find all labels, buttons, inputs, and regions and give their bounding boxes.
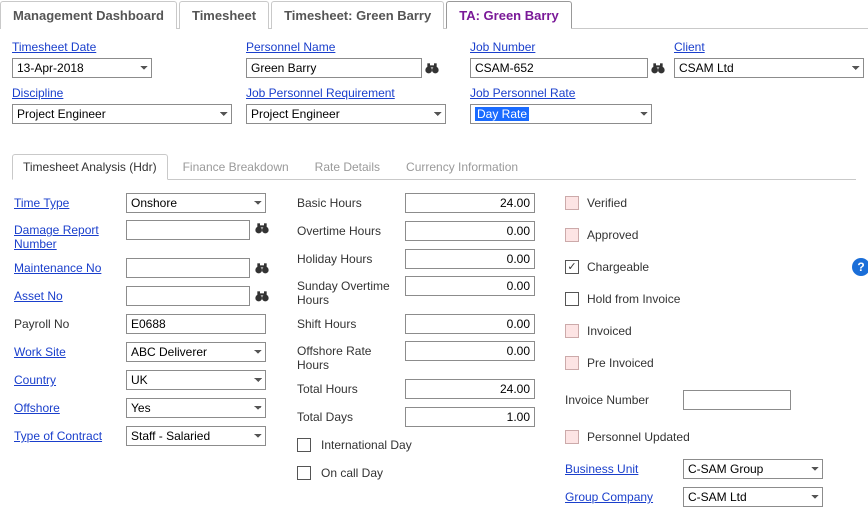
invoice-number-label: Invoice Number [565,393,675,407]
shift-hours-label: Shift Hours [297,317,401,331]
chargeable-checkbox[interactable] [565,260,579,274]
offshore-rate-hours-label: Offshore Rate Hours [297,341,401,372]
total-hours-label: Total Hours [297,382,401,396]
asset-no-label[interactable]: Asset No [14,289,122,303]
verified-checkbox[interactable] [565,196,579,210]
verified-label: Verified [585,196,627,210]
total-days-output [405,407,535,427]
approved-label: Approved [585,228,638,242]
personnel-name-label[interactable]: Personnel Name [246,40,335,54]
holiday-hours-input[interactable] [405,249,535,269]
binoculars-icon[interactable] [424,60,440,76]
chargeable-label: Chargeable [585,260,649,274]
invoiced-label: Invoiced [585,324,632,338]
tab-timesheet[interactable]: Timesheet [179,1,269,29]
maintenance-no-label[interactable]: Maintenance No [14,261,122,275]
personnel-name-input[interactable] [246,58,422,78]
invoiced-checkbox[interactable] [565,324,579,338]
offshore-rate-hours-input[interactable] [405,341,535,361]
hold-from-invoice-label: Hold from Invoice [585,292,680,306]
hold-from-invoice-checkbox[interactable] [565,292,579,306]
group-company-select[interactable] [683,487,823,507]
international-day-label: International Day [321,438,412,452]
inner-tabs: Timesheet Analysis (Hdr) Finance Breakdo… [12,153,856,180]
shift-hours-input[interactable] [405,314,535,334]
offshore-select[interactable] [126,398,266,418]
work-site-select[interactable] [126,342,266,362]
total-days-label: Total Days [297,410,401,424]
damage-report-number-input[interactable] [126,220,250,240]
invoice-number-input[interactable] [683,390,791,410]
international-day-checkbox[interactable] [297,438,311,452]
binoculars-icon[interactable] [650,60,666,76]
job-number-label[interactable]: Job Number [470,40,535,54]
header-fields: Timesheet Date Personnel Name Job Number… [0,35,868,135]
discipline-select[interactable] [12,104,232,124]
binoculars-icon[interactable] [254,288,270,304]
column-left: Time Type Damage Report Number Maintenan… [14,192,289,508]
job-personnel-rate-label[interactable]: Job Personnel Rate [470,86,575,100]
total-hours-output [405,379,535,399]
personnel-updated-checkbox[interactable] [565,430,579,444]
overtime-hours-label: Overtime Hours [297,224,401,238]
maintenance-no-input[interactable] [126,258,250,278]
form-body: Time Type Damage Report Number Maintenan… [0,186,868,514]
client-select[interactable] [674,58,864,78]
pre-invoiced-label: Pre Invoiced [585,356,654,370]
payroll-no-input[interactable] [126,314,266,334]
binoculars-icon[interactable] [254,220,270,236]
country-label[interactable]: Country [14,373,122,387]
tab-rate-details[interactable]: Rate Details [304,154,391,180]
top-tabs: Management Dashboard Timesheet Timesheet… [0,0,868,29]
job-personnel-rate-value: Day Rate [475,107,529,121]
business-unit-select[interactable] [683,459,823,479]
time-type-label[interactable]: Time Type [14,196,122,210]
tab-currency-information[interactable]: Currency Information [395,154,529,180]
help-icon[interactable]: ? [852,258,868,276]
on-call-day-label: On call Day [321,466,383,480]
binoculars-icon[interactable] [254,260,270,276]
basic-hours-label: Basic Hours [297,196,401,210]
job-personnel-requirement-label[interactable]: Job Personnel Requirement [246,86,395,100]
sunday-overtime-hours-label: Sunday Overtime Hours [297,276,401,307]
work-site-label[interactable]: Work Site [14,345,122,359]
sunday-overtime-hours-input[interactable] [405,276,535,296]
approved-checkbox[interactable] [565,228,579,242]
discipline-label[interactable]: Discipline [12,86,63,100]
asset-no-input[interactable] [126,286,250,306]
damage-report-number-label[interactable]: Damage Report Number [14,220,122,251]
tab-management-dashboard[interactable]: Management Dashboard [0,1,177,29]
job-personnel-rate-select[interactable]: Day Rate [470,104,652,124]
pre-invoiced-checkbox[interactable] [565,356,579,370]
timesheet-date-input[interactable] [12,58,152,78]
tab-ta-green-barry[interactable]: TA: Green Barry [446,1,571,29]
overtime-hours-input[interactable] [405,221,535,241]
holiday-hours-label: Holiday Hours [297,252,401,266]
country-select[interactable] [126,370,266,390]
offshore-label[interactable]: Offshore [14,401,122,415]
tab-timesheet-analysis-hdr[interactable]: Timesheet Analysis (Hdr) [12,154,168,180]
payroll-no-label: Payroll No [14,317,122,331]
time-type-select[interactable] [126,193,266,213]
tab-timesheet-green-barry[interactable]: Timesheet: Green Barry [271,1,444,29]
column-middle: Basic Hours Overtime Hours Holiday Hours… [297,192,547,508]
timesheet-date-label[interactable]: Timesheet Date [12,40,96,54]
job-personnel-requirement-select[interactable] [246,104,446,124]
job-number-input[interactable] [470,58,648,78]
client-label[interactable]: Client [674,40,705,54]
basic-hours-input[interactable] [405,193,535,213]
column-right: Verified Approved Chargeable ? Hold from… [555,192,868,508]
business-unit-label[interactable]: Business Unit [565,462,675,476]
type-of-contract-label[interactable]: Type of Contract [14,429,122,443]
tab-finance-breakdown[interactable]: Finance Breakdown [172,154,300,180]
on-call-day-checkbox[interactable] [297,466,311,480]
type-of-contract-select[interactable] [126,426,266,446]
personnel-updated-label: Personnel Updated [585,430,690,444]
